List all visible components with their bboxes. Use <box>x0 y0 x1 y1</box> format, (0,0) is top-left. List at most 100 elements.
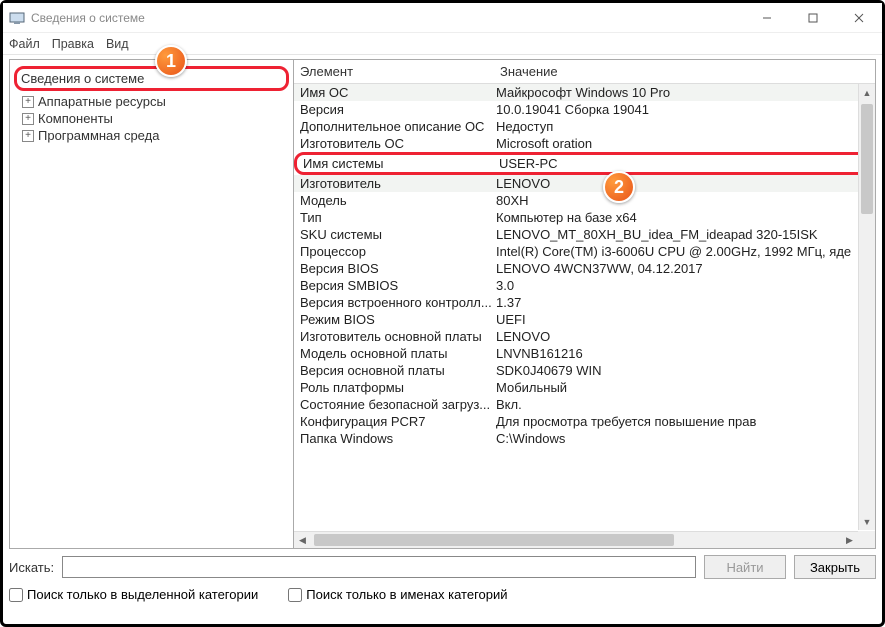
tree-item[interactable]: + Аппаратные ресурсы <box>14 93 289 110</box>
row-value: Майкрософт Windows 10 Pro <box>494 85 875 100</box>
content-pane: Сведения о системе +Аппаратные ресурсы+К… <box>9 59 876 549</box>
row-name: Изготовитель <box>294 176 494 191</box>
detail-header: Элемент Значение <box>294 60 875 84</box>
row-name: Дополнительное описание ОС <box>294 119 494 134</box>
row-name: Процессор <box>294 244 494 259</box>
row-name: Версия SMBIOS <box>294 278 494 293</box>
table-row[interactable]: Изготовитель ОСMicrosoft oration <box>294 135 875 152</box>
scroll-left-icon[interactable]: ◀ <box>294 532 311 548</box>
tree-root-label: Сведения о системе <box>21 71 144 86</box>
close-find-button[interactable]: Закрыть <box>794 555 876 579</box>
row-value: Intel(R) Core(TM) i3-6006U CPU @ 2.00GHz… <box>494 244 875 259</box>
row-value: Компьютер на базе x64 <box>494 210 875 225</box>
row-value: SDK0J40679 WIN <box>494 363 875 378</box>
scroll-up-icon[interactable]: ▲ <box>859 84 875 101</box>
vertical-scrollbar[interactable]: ▲ ▼ <box>858 84 875 530</box>
maximize-button[interactable] <box>790 3 836 33</box>
table-row[interactable]: Имя системыUSER-PC <box>294 152 875 175</box>
table-row[interactable]: Конфигурация PCR7Для просмотра требуется… <box>294 413 875 430</box>
column-name[interactable]: Элемент <box>294 60 494 83</box>
row-value: LENOVO_MT_80XH_BU_idea_FM_ideapad 320-15… <box>494 227 875 242</box>
menu-edit[interactable]: Правка <box>52 37 94 51</box>
row-value: LENOVO 4WCN37WW, 04.12.2017 <box>494 261 875 276</box>
hscroll-thumb[interactable] <box>314 534 674 546</box>
table-row[interactable]: Режим BIOSUEFI <box>294 311 875 328</box>
table-row[interactable]: Изготовитель основной платыLENOVO <box>294 328 875 345</box>
row-name: Изготовитель ОС <box>294 136 494 151</box>
expand-icon[interactable]: + <box>22 96 34 108</box>
find-button[interactable]: Найти <box>704 555 786 579</box>
chk-names-only[interactable]: Поиск только в именах категорий <box>288 587 507 602</box>
row-name: Модель основной платы <box>294 346 494 361</box>
table-row[interactable]: Имя ОСМайкрософт Windows 10 Pro <box>294 84 875 101</box>
row-name: Версия <box>294 102 494 117</box>
row-name: Версия BIOS <box>294 261 494 276</box>
row-name: Тип <box>294 210 494 225</box>
search-label: Искать: <box>9 560 54 575</box>
table-row[interactable]: SKU системыLENOVO_MT_80XH_BU_idea_FM_ide… <box>294 226 875 243</box>
menu-view[interactable]: Вид <box>106 37 129 51</box>
row-name: Конфигурация PCR7 <box>294 414 494 429</box>
tree-panel: Сведения о системе + Аппаратные ресурсы+К… <box>10 60 294 548</box>
row-name: Модель <box>294 193 494 208</box>
table-row[interactable]: Папка WindowsC:\Windows <box>294 430 875 447</box>
table-row[interactable]: Версия SMBIOS3.0 <box>294 277 875 294</box>
menu-file[interactable]: Файл <box>9 37 40 51</box>
detail-body: Имя ОСМайкрософт Windows 10 ProВерсия10.… <box>294 84 875 548</box>
table-row[interactable]: Версия10.0.19041 Сборка 19041 <box>294 101 875 118</box>
row-value: 10.0.19041 Сборка 19041 <box>494 102 875 117</box>
horizontal-scrollbar[interactable]: ◀ ▶ <box>294 531 858 548</box>
table-row[interactable]: Модель80XH <box>294 192 875 209</box>
row-value: LENOVO <box>494 329 875 344</box>
check-row: Поиск только в выделенной категории Поис… <box>9 587 876 602</box>
detail-panel: Элемент Значение Имя ОСМайкрософт Window… <box>294 60 875 548</box>
column-value[interactable]: Значение <box>494 60 875 83</box>
table-row[interactable]: Версия BIOSLENOVO 4WCN37WW, 04.12.2017 <box>294 260 875 277</box>
row-value: Для просмотра требуется повышение прав <box>494 414 875 429</box>
scroll-right-icon[interactable]: ▶ <box>841 532 858 548</box>
row-name: Роль платформы <box>294 380 494 395</box>
scroll-down-icon[interactable]: ▼ <box>859 513 875 530</box>
table-row[interactable]: Версия основной платыSDK0J40679 WIN <box>294 362 875 379</box>
footer: Искать: Найти Закрыть Поиск только в выд… <box>9 555 876 602</box>
minimize-button[interactable] <box>744 3 790 33</box>
chk2-box[interactable] <box>288 588 302 602</box>
table-row[interactable]: ПроцессорIntel(R) Core(TM) i3-6006U CPU … <box>294 243 875 260</box>
table-row[interactable]: Роль платформыМобильный <box>294 379 875 396</box>
close-button[interactable] <box>836 3 882 33</box>
table-row[interactable]: ИзготовительLENOVO <box>294 175 875 192</box>
chk1-box[interactable] <box>9 588 23 602</box>
tree-item[interactable]: + Программная среда <box>14 127 289 144</box>
expand-icon[interactable]: + <box>22 113 34 125</box>
row-name: Изготовитель основной платы <box>294 329 494 344</box>
row-name: Папка Windows <box>294 431 494 446</box>
tree-item[interactable]: +Компоненты <box>14 110 289 127</box>
table-row[interactable]: Версия встроенного контролл...1.37 <box>294 294 875 311</box>
row-value: 3.0 <box>494 278 875 293</box>
table-row[interactable]: Модель основной платыLNVNB161216 <box>294 345 875 362</box>
search-row: Искать: Найти Закрыть <box>9 555 876 579</box>
row-name: SKU системы <box>294 227 494 242</box>
search-input[interactable] <box>62 556 696 578</box>
window-title: Сведения о системе <box>31 11 744 25</box>
row-value: UEFI <box>494 312 875 327</box>
tree-item-label: Аппаратные ресурсы <box>38 94 166 109</box>
chk-category-only[interactable]: Поиск только в выделенной категории <box>9 587 258 602</box>
app-icon <box>9 10 25 26</box>
row-value: LNVNB161216 <box>494 346 875 361</box>
expand-icon[interactable]: + <box>22 130 34 142</box>
titlebar: Сведения о системе <box>3 3 882 33</box>
row-name: Режим BIOS <box>294 312 494 327</box>
scroll-corner <box>858 531 875 548</box>
tree-root[interactable]: Сведения о системе <box>14 66 289 91</box>
row-value: Вкл. <box>494 397 875 412</box>
row-value: LENOVO <box>494 176 875 191</box>
table-row[interactable]: Дополнительное описание ОСНедоступ <box>294 118 875 135</box>
vscroll-thumb[interactable] <box>861 104 873 214</box>
tree-item-label: Программная среда <box>38 128 159 143</box>
table-row[interactable]: ТипКомпьютер на базе x64 <box>294 209 875 226</box>
row-value: Недоступ <box>494 119 875 134</box>
window-controls <box>744 3 882 33</box>
table-row[interactable]: Состояние безопасной загруз...Вкл. <box>294 396 875 413</box>
row-value: C:\Windows <box>494 431 875 446</box>
